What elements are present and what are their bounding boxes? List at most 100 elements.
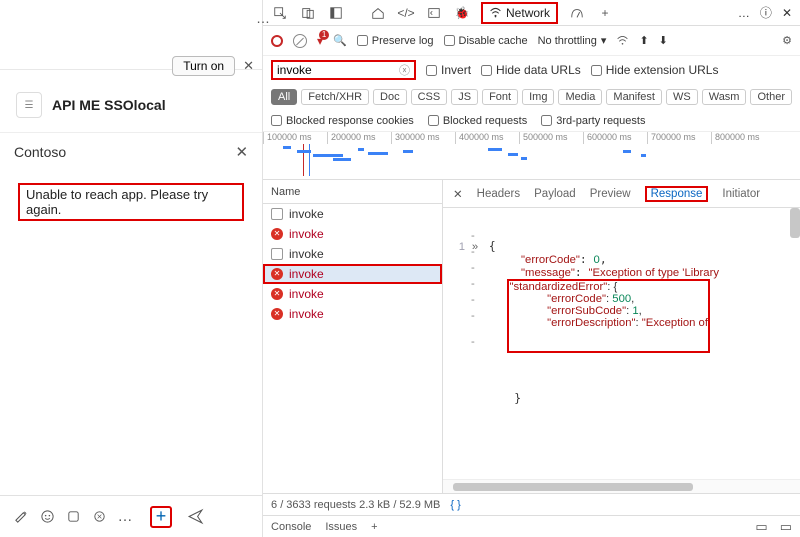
drawer-tab-console[interactable]: Console — [271, 521, 311, 533]
record-button[interactable] — [271, 35, 283, 47]
inspect-icon[interactable] — [271, 6, 289, 20]
card-header: Contoso ✕ — [0, 133, 262, 171]
type-pill[interactable]: Manifest — [606, 89, 662, 105]
chat-top-bar: … Turn on ✕ — [0, 0, 262, 70]
turn-on-button[interactable]: Turn on — [172, 56, 235, 76]
devtools-tabstrip: </> 🐞 Network + … ⓘ ✕ — [263, 0, 800, 26]
type-pill[interactable]: JS — [451, 89, 478, 105]
scrollbar-horizontal-track — [443, 479, 800, 493]
request-row[interactable]: ✕invoke — [263, 284, 442, 304]
subject-app-icon: ☰ — [16, 92, 42, 118]
response-body[interactable]: 1 » { - "errorCode": 0, - "message": "Ex… — [443, 208, 800, 479]
devtools-pane: </> 🐞 Network + … ⓘ ✕ ▾1 🔍 Preserve log … — [263, 0, 800, 537]
card-title: Contoso — [14, 144, 66, 160]
filter-toggle-icon[interactable]: ▾1 — [317, 34, 323, 48]
clear-button[interactable] — [293, 34, 307, 48]
help-icon[interactable]: ⓘ — [760, 4, 772, 21]
type-pill[interactable]: Fetch/XHR — [301, 89, 369, 105]
request-row[interactable]: ✕invoke — [263, 304, 442, 324]
request-row-selected[interactable]: ✕invoke — [263, 264, 442, 284]
request-blocked-icon — [271, 208, 283, 220]
giphy-icon[interactable] — [62, 506, 84, 528]
type-pill[interactable]: Other — [750, 89, 792, 105]
import-har-icon[interactable]: ⬆ — [639, 34, 648, 47]
search-icon[interactable]: 🔍 — [333, 34, 347, 47]
thirdparty-checkbox[interactable]: 3rd-party requests — [541, 115, 645, 127]
send-icon[interactable] — [184, 506, 206, 528]
card-close-icon[interactable]: ✕ — [235, 143, 248, 161]
request-failed-icon: ✕ — [271, 288, 283, 300]
type-pill[interactable]: Font — [482, 89, 518, 105]
blocked-row: Blocked response cookies Blocked request… — [263, 110, 800, 132]
sources-tab-icon[interactable]: 🐞 — [453, 6, 471, 20]
emoji-icon[interactable] — [36, 506, 58, 528]
scrollbar-vertical[interactable] — [790, 208, 800, 238]
hide-data-urls-checkbox[interactable]: Hide data URLs — [481, 63, 581, 77]
drawer-errors-icon[interactable]: ▭ — [755, 519, 767, 535]
card-body: Unable to reach app. Please try again. — [0, 171, 262, 233]
disable-cache-checkbox[interactable]: Disable cache — [444, 35, 528, 47]
tab-initiator[interactable]: Initiator — [722, 188, 760, 200]
request-failed-icon: ✕ — [271, 268, 283, 280]
type-filter-row: All Fetch/XHR Doc CSS JS Font Img Media … — [263, 84, 800, 110]
network-tab[interactable]: Network — [481, 2, 558, 24]
close-sidebar-icon[interactable]: ✕ — [453, 187, 463, 201]
filter-input-box: ⓧ — [271, 60, 416, 80]
drawer-collapse-icon[interactable]: ▭ — [780, 519, 792, 535]
request-failed-icon: ✕ — [271, 308, 283, 320]
network-conditions-icon[interactable] — [616, 34, 629, 47]
tab-response[interactable]: Response — [645, 186, 709, 202]
close-devtools-icon[interactable]: ✕ — [782, 6, 792, 20]
type-pill[interactable]: Img — [522, 89, 554, 105]
format-icon[interactable] — [10, 506, 32, 528]
error-message: Unable to reach app. Please try again. — [18, 183, 244, 221]
throttling-select[interactable]: No throttling ▾ — [538, 34, 607, 47]
type-pill[interactable]: WS — [666, 89, 698, 105]
subject-row: ☰ API ME SSOlocal — [0, 78, 262, 133]
close-header-icon[interactable]: ✕ — [243, 58, 254, 74]
status-text: 6 / 3633 requests 2.3 kB / 52.9 MB — [271, 499, 440, 511]
drawer-tab-issues[interactable]: Issues — [325, 521, 357, 533]
add-extension-button[interactable]: + — [150, 506, 172, 528]
welcome-tab-icon[interactable] — [369, 6, 387, 20]
request-list: Name invoke ✕invoke invoke ✕invoke ✕invo… — [263, 180, 443, 493]
tab-headers[interactable]: Headers — [477, 188, 520, 200]
preserve-log-checkbox[interactable]: Preserve log — [357, 35, 434, 47]
request-row[interactable]: invoke — [263, 244, 442, 264]
tab-preview[interactable]: Preview — [590, 188, 631, 200]
pretty-print-icon[interactable]: { } — [450, 499, 460, 511]
more-compose-icon[interactable]: … — [114, 506, 136, 528]
type-pill[interactable]: Doc — [373, 89, 407, 105]
type-pill[interactable]: Media — [558, 89, 602, 105]
overview-waterfall[interactable]: 100000 ms 200000 ms 300000 ms 400000 ms … — [263, 132, 800, 180]
more-options-icon[interactable]: … — [256, 10, 271, 26]
more-tools-icon[interactable]: … — [738, 6, 750, 20]
type-pill[interactable]: CSS — [411, 89, 448, 105]
request-row[interactable]: ✕invoke — [263, 224, 442, 244]
add-tab-icon[interactable]: + — [596, 6, 614, 20]
elements-tab-icon[interactable]: </> — [397, 6, 415, 20]
type-pill-all[interactable]: All — [271, 89, 297, 105]
hide-ext-urls-checkbox[interactable]: Hide extension URLs — [591, 63, 719, 77]
tab-payload[interactable]: Payload — [534, 188, 576, 200]
drawer-add-icon[interactable]: + — [371, 521, 377, 533]
request-row[interactable]: invoke — [263, 204, 442, 224]
filter-clear-icon[interactable]: ⓧ — [399, 62, 410, 78]
blocked-cookies-checkbox[interactable]: Blocked response cookies — [271, 115, 414, 127]
scrollbar-horizontal[interactable] — [453, 483, 693, 491]
settings-icon[interactable]: ⚙ — [782, 34, 792, 47]
type-pill[interactable]: Wasm — [702, 89, 747, 105]
blocked-requests-checkbox[interactable]: Blocked requests — [428, 115, 527, 127]
performance-tab-icon[interactable] — [568, 6, 586, 20]
dock-icon[interactable] — [327, 6, 345, 20]
console-tab-icon[interactable] — [425, 6, 443, 20]
request-list-header: Name — [263, 180, 442, 204]
device-icon[interactable] — [299, 6, 317, 20]
sticker-icon[interactable] — [88, 506, 110, 528]
export-har-icon[interactable]: ⬇ — [659, 34, 668, 47]
invert-checkbox[interactable]: Invert — [426, 63, 471, 77]
request-blocked-icon — [271, 248, 283, 260]
chat-pane: … Turn on ✕ ☰ API ME SSOlocal Contoso ✕ … — [0, 0, 263, 537]
request-failed-icon: ✕ — [271, 228, 283, 240]
filter-input[interactable] — [277, 63, 399, 77]
